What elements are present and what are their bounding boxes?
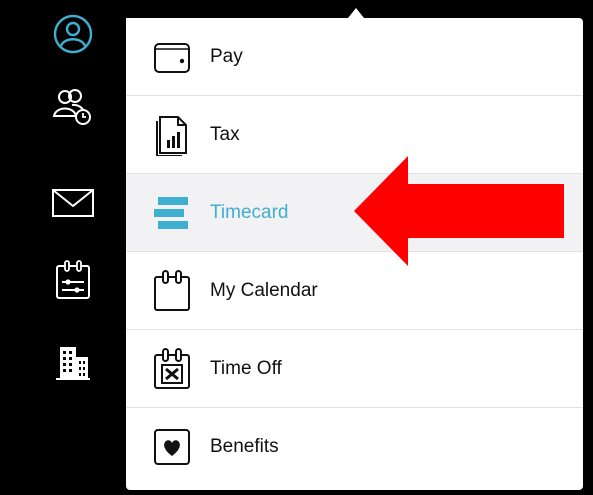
menu-item-time-off[interactable]: Time Off bbox=[126, 330, 583, 408]
people-clock-icon[interactable] bbox=[48, 82, 98, 132]
menu-item-benefits[interactable]: Benefits bbox=[126, 408, 583, 486]
red-arrow-annotation bbox=[354, 156, 564, 266]
menu-item-label: Time Off bbox=[210, 357, 282, 379]
menu-caret bbox=[348, 8, 364, 18]
side-rail bbox=[0, 0, 126, 495]
menu-item-pay[interactable]: Pay bbox=[126, 18, 583, 96]
user-profile-icon[interactable] bbox=[48, 9, 98, 59]
menu-item-label: Benefits bbox=[210, 436, 279, 457]
app-screen: Pay Tax Timecard My Calendar Time Off Be… bbox=[0, 0, 593, 495]
heart-icon bbox=[150, 425, 194, 469]
time-off-icon bbox=[150, 347, 194, 391]
tax-document-icon bbox=[150, 113, 194, 157]
calendar-icon bbox=[150, 269, 194, 313]
menu-item-label: Pay bbox=[210, 45, 243, 67]
timecard-icon bbox=[150, 191, 194, 235]
calendar-settings-icon[interactable] bbox=[48, 255, 98, 305]
menu-item-label: Tax bbox=[210, 123, 240, 145]
building-icon[interactable] bbox=[48, 336, 98, 386]
menu-item-label: Timecard bbox=[210, 201, 289, 223]
mail-icon[interactable] bbox=[48, 178, 98, 228]
wallet-icon bbox=[150, 35, 194, 79]
menu-item-label: My Calendar bbox=[210, 279, 318, 301]
